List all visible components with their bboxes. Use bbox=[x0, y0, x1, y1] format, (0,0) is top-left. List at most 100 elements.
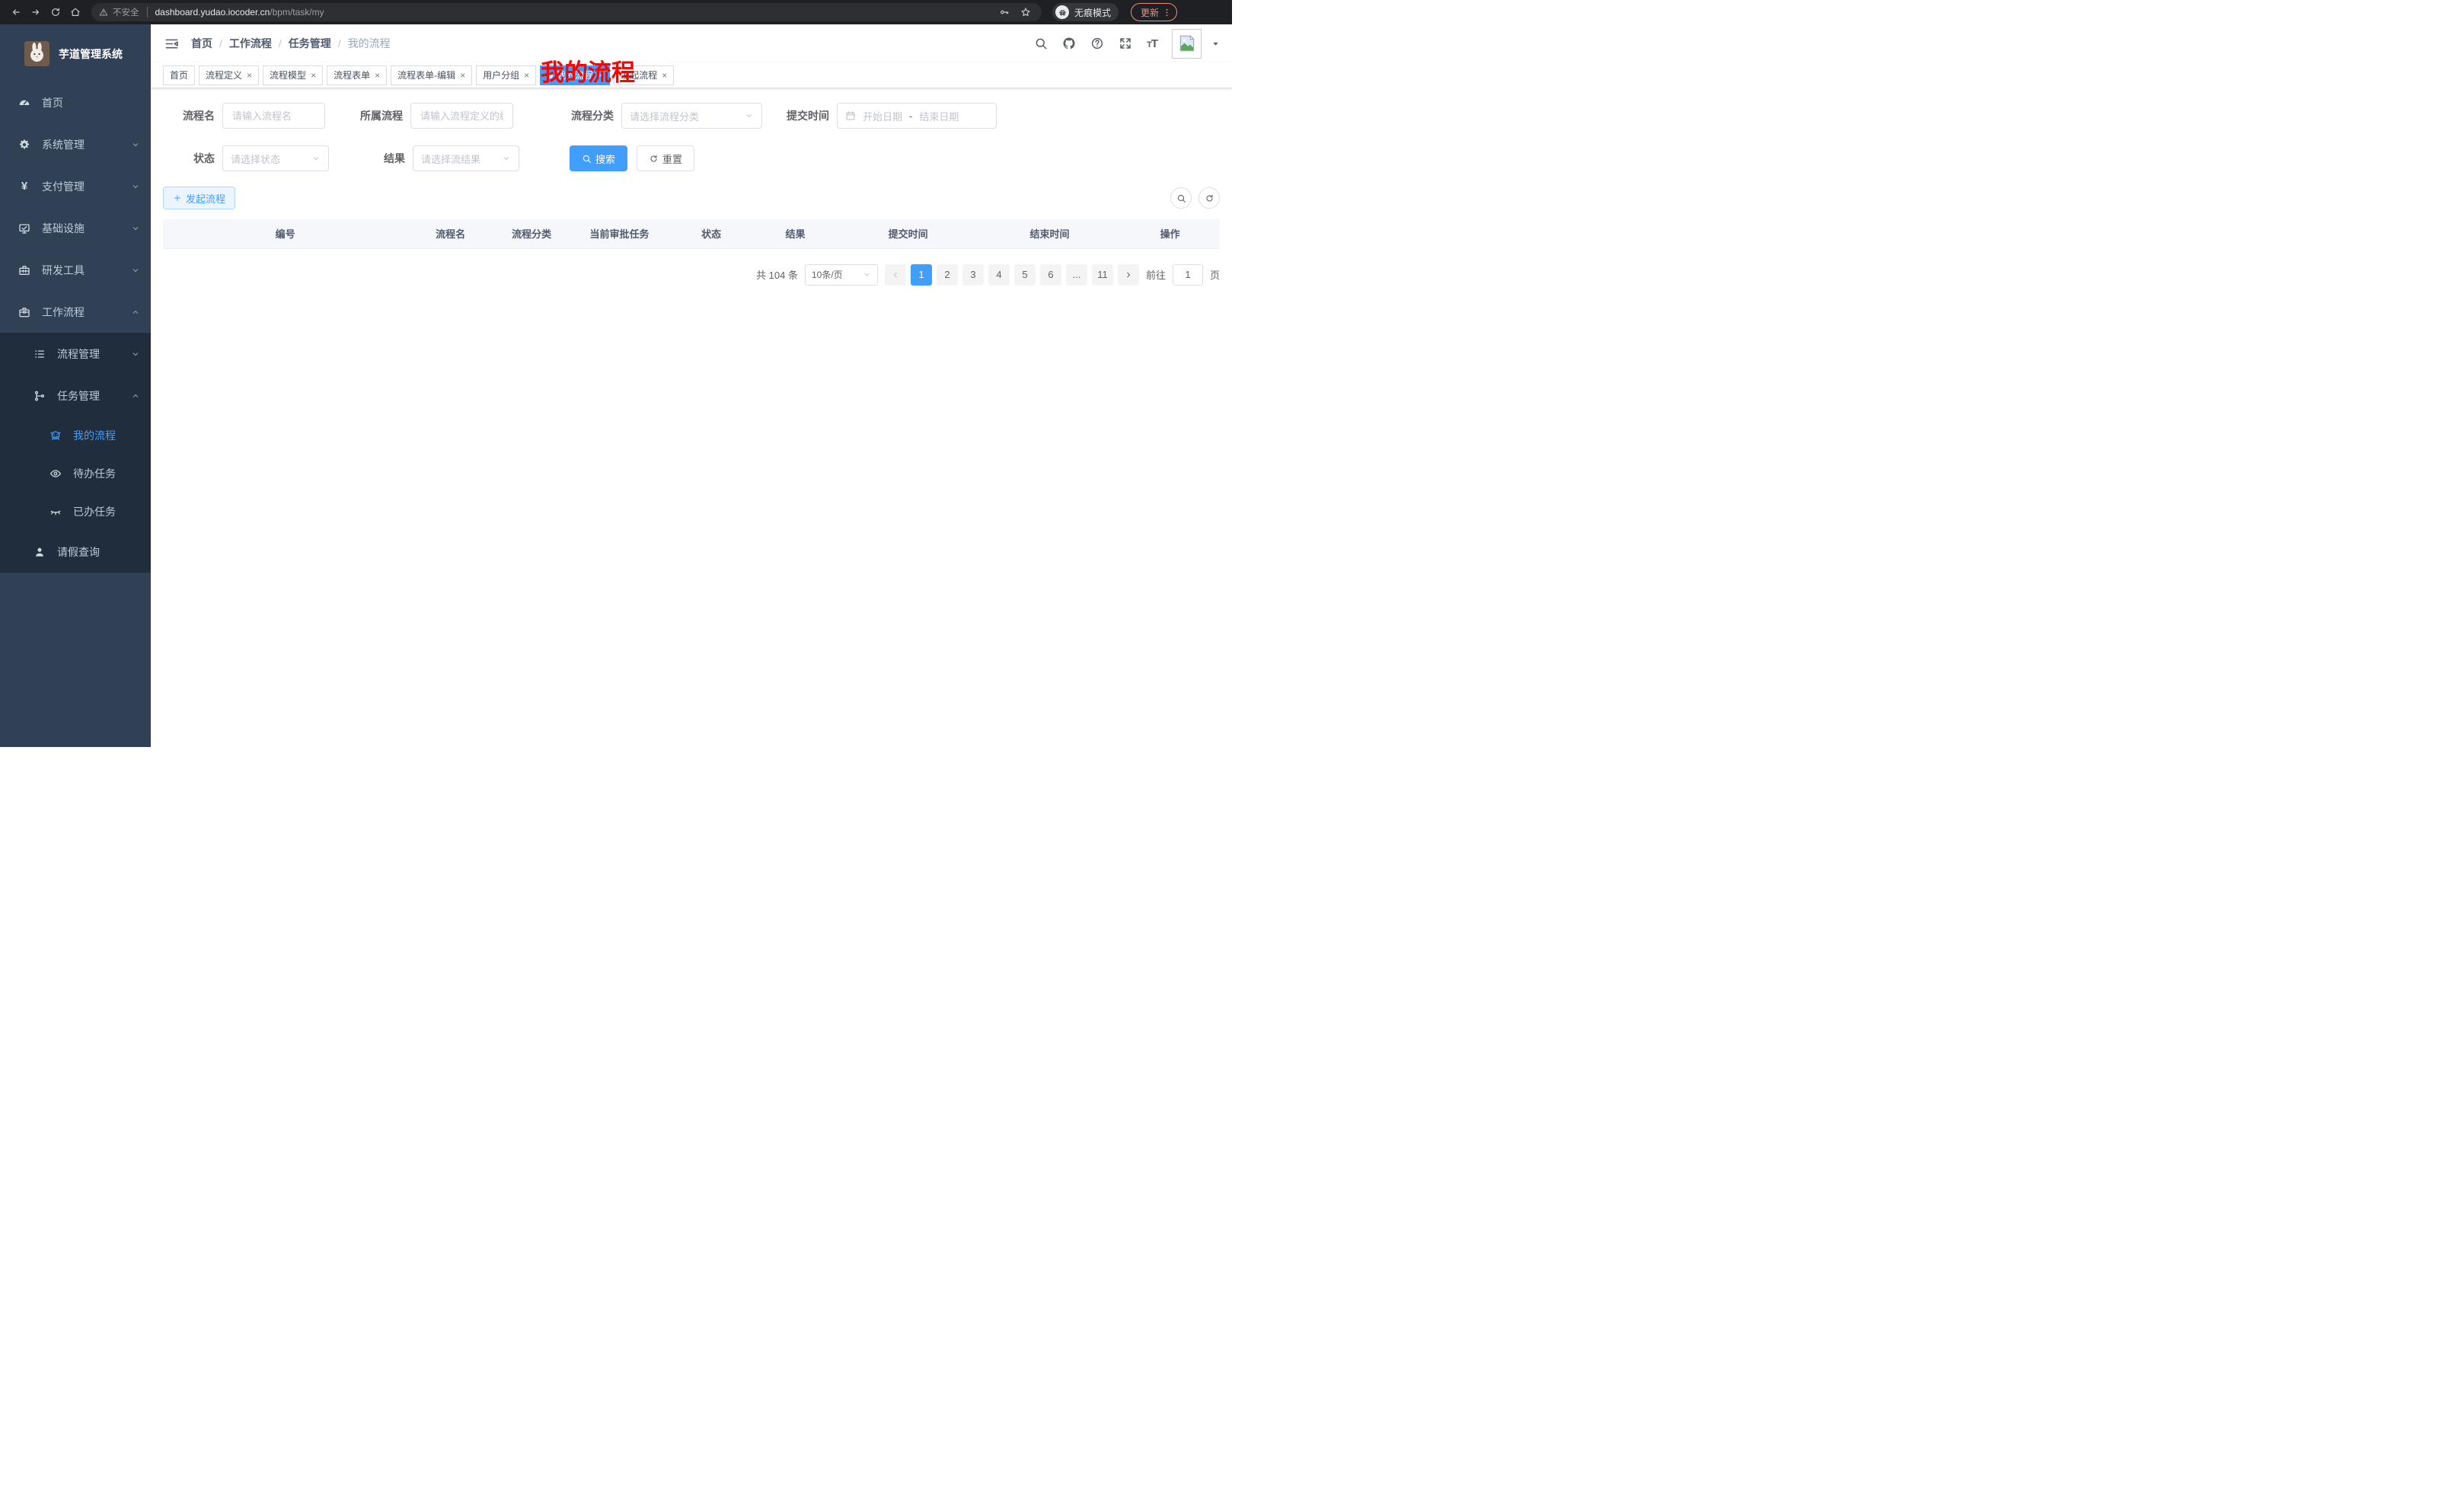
close-icon[interactable]: × bbox=[311, 71, 316, 80]
page-button-4[interactable]: 4 bbox=[988, 264, 1010, 286]
close-icon[interactable]: × bbox=[524, 71, 529, 80]
breadcrumb-item-首页[interactable]: 首页 bbox=[191, 36, 212, 51]
home-icon[interactable] bbox=[67, 4, 84, 21]
date-end-placeholder: 结束日期 bbox=[919, 109, 959, 123]
search-icon[interactable] bbox=[1034, 37, 1048, 50]
reset-button[interactable]: 重置 bbox=[637, 145, 694, 171]
address-bar[interactable]: 不安全 dashboard.yudao.iocoder.cn/bpm/task/… bbox=[91, 3, 1042, 21]
status-select[interactable]: 请选择状态 bbox=[222, 145, 329, 171]
tab-label: 用户分组 bbox=[483, 69, 519, 81]
tab-流程模型[interactable]: 流程模型 × bbox=[263, 65, 323, 85]
sidebar-item-研发工具[interactable]: 研发工具 bbox=[0, 249, 151, 291]
toggle-search-button[interactable] bbox=[1170, 187, 1192, 209]
url-host: dashboard.yudao.iocoder.cn bbox=[155, 7, 270, 18]
close-icon[interactable]: × bbox=[460, 71, 465, 80]
page-button-11[interactable]: 11 bbox=[1092, 264, 1113, 286]
tab-首页[interactable]: 首页 bbox=[163, 65, 195, 85]
more-pages-button[interactable]: ... bbox=[1066, 264, 1087, 286]
pagination: 共 104 条 10条/页 123456...11 前往 页 bbox=[163, 264, 1220, 286]
result-select[interactable]: 请选择流结果 bbox=[413, 145, 519, 171]
tab-label: 流程表单 bbox=[334, 69, 370, 81]
tab-发起流程[interactable]: 发起流程 × bbox=[614, 65, 674, 85]
sidebar-item-工作流程[interactable]: 工作流程 bbox=[0, 291, 151, 333]
font-size-icon[interactable]: TT bbox=[1147, 37, 1157, 50]
sidebar-item-label: 基础设施 bbox=[42, 221, 131, 236]
browser-update-button[interactable]: 更新 bbox=[1131, 3, 1177, 21]
help-icon[interactable] bbox=[1090, 37, 1104, 50]
breadcrumb-item-任务管理[interactable]: 任务管理 bbox=[289, 36, 331, 51]
tab-label: 发起流程 bbox=[621, 69, 657, 81]
bookmark-star-icon[interactable] bbox=[1017, 4, 1034, 21]
gauge-icon bbox=[18, 97, 31, 109]
update-label: 更新 bbox=[1141, 6, 1159, 19]
breadcrumb-item-工作流程[interactable]: 工作流程 bbox=[229, 36, 272, 51]
sidebar-item-label: 支付管理 bbox=[42, 179, 131, 194]
filter-result-label: 结果 bbox=[384, 151, 405, 166]
date-separator: - bbox=[909, 110, 912, 122]
page-button-3[interactable]: 3 bbox=[962, 264, 984, 286]
process-name-input[interactable] bbox=[222, 103, 325, 129]
forward-icon[interactable] bbox=[27, 4, 44, 21]
incognito-label: 无痕模式 bbox=[1074, 6, 1111, 19]
sidebar-item-基础设施[interactable]: 基础设施 bbox=[0, 207, 151, 249]
page-button-2[interactable]: 2 bbox=[937, 264, 958, 286]
sidebar-item-label: 流程管理 bbox=[57, 346, 131, 362]
avatar[interactable] bbox=[1172, 29, 1202, 59]
app-logo-row[interactable]: 芋道管理系统 bbox=[0, 24, 151, 81]
sidebar-item-首页[interactable]: 首页 bbox=[0, 81, 151, 123]
tab-我的流程[interactable]: 我的流程× bbox=[540, 65, 610, 85]
submit-time-range-picker[interactable]: 开始日期 - 结束日期 bbox=[837, 103, 997, 129]
close-icon[interactable]: × bbox=[375, 71, 380, 80]
goto-page-input[interactable] bbox=[1173, 264, 1203, 286]
column-header-流程分类: 流程分类 bbox=[493, 219, 570, 248]
sidebar-item-我的流程[interactable]: 我的流程 bbox=[0, 417, 151, 455]
create-process-button[interactable]: 发起流程 bbox=[163, 187, 235, 209]
sidebar-item-label: 工作流程 bbox=[42, 305, 131, 320]
tab-流程表单[interactable]: 流程表单 × bbox=[327, 65, 387, 85]
column-header-状态: 状态 bbox=[669, 219, 753, 248]
close-icon[interactable]: × bbox=[247, 71, 252, 80]
tab-流程表单-编辑[interactable]: 流程表单-编辑× bbox=[391, 65, 472, 85]
not-secure-warning-icon[interactable] bbox=[99, 8, 108, 17]
category-select[interactable]: 请选择流程分类 bbox=[621, 103, 762, 129]
monitor-icon bbox=[18, 222, 31, 235]
tab-流程定义[interactable]: 流程定义× bbox=[199, 65, 259, 85]
close-icon[interactable]: × bbox=[662, 71, 667, 80]
prev-page-button[interactable] bbox=[885, 264, 906, 286]
search-button[interactable]: 搜索 bbox=[570, 145, 627, 171]
sidebar-item-已办任务[interactable]: 已办任务 bbox=[0, 493, 151, 531]
sidebar-item-流程管理[interactable]: 流程管理 bbox=[0, 333, 151, 375]
page-button-5[interactable]: 5 bbox=[1014, 264, 1036, 286]
search-button-label: 搜索 bbox=[595, 152, 615, 166]
chevron-down-icon bbox=[131, 266, 140, 275]
sidebar-item-系统管理[interactable]: 系统管理 bbox=[0, 123, 151, 165]
sidebar-item-待办任务[interactable]: 待办任务 bbox=[0, 455, 151, 493]
filter-row-2: 状态 请选择状态 结果 请选择流结果 搜索 bbox=[163, 145, 1220, 171]
avatar-caret-down-icon[interactable] bbox=[1211, 40, 1220, 48]
sidebar-item-支付管理[interactable]: ¥支付管理 bbox=[0, 165, 151, 207]
reload-icon[interactable] bbox=[47, 4, 64, 21]
process-id-input[interactable] bbox=[410, 103, 513, 129]
tab-label: 流程模型 bbox=[270, 69, 306, 81]
password-key-icon[interactable] bbox=[996, 4, 1013, 21]
close-icon[interactable]: × bbox=[598, 71, 603, 80]
page-button-1[interactable]: 1 bbox=[911, 264, 932, 286]
tab-用户分组[interactable]: 用户分组 × bbox=[476, 65, 536, 85]
sidebar-item-请假查询[interactable]: 请假查询 bbox=[0, 531, 151, 573]
eye-closed-icon bbox=[49, 506, 62, 518]
url-text[interactable]: dashboard.yudao.iocoder.cn/bpm/task/my bbox=[155, 7, 324, 18]
fullscreen-icon[interactable] bbox=[1119, 37, 1132, 50]
sidebar-item-任务管理[interactable]: 任务管理 bbox=[0, 375, 151, 417]
security-label[interactable]: 不安全 bbox=[113, 6, 139, 18]
refresh-table-button[interactable] bbox=[1198, 187, 1220, 209]
page-button-6[interactable]: 6 bbox=[1040, 264, 1061, 286]
sidebar-collapse-icon[interactable] bbox=[163, 37, 185, 51]
github-icon[interactable] bbox=[1062, 37, 1076, 50]
back-icon[interactable] bbox=[8, 4, 24, 21]
tags-bar: 首页流程定义×流程模型×流程表单×流程表单-编辑×用户分组×我的流程×发起流程× bbox=[151, 62, 1232, 88]
sidebar-menu: 首页系统管理¥支付管理基础设施研发工具工作流程 bbox=[0, 81, 151, 333]
breadcrumb-item-我的流程: 我的流程 bbox=[348, 36, 391, 51]
next-page-button[interactable] bbox=[1118, 264, 1139, 286]
page-size-select[interactable]: 10条/页 bbox=[805, 264, 878, 286]
browser-menu-icon[interactable] bbox=[1162, 8, 1172, 18]
